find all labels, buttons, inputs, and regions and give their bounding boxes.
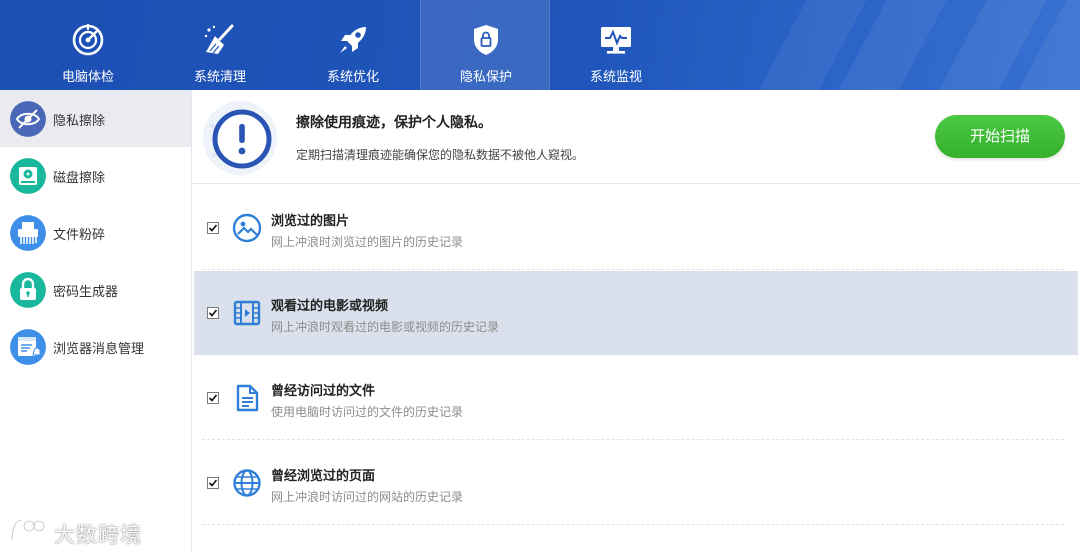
sidebar-item-file-shred[interactable]: 文件粉碎 [0, 204, 191, 261]
rocket-icon [340, 27, 366, 53]
item-title: 曾经浏览过的页面 [271, 469, 376, 484]
sidebar-item-browser-notifications[interactable]: 浏览器消息管理 [0, 318, 191, 375]
privacy-item-videos[interactable]: 观看过的电影或视频 网上冲浪时观看过的电影或视频的历史记录 [194, 271, 1078, 355]
exclamation-circle-icon [203, 101, 277, 175]
tab-privacy-protect[interactable]: 隐私保护 [420, 0, 550, 90]
document-icon [236, 384, 259, 412]
privacy-item-pages[interactable]: 曾经浏览过的页面 网上冲浪时访问过的网站的历史记录 [194, 441, 1078, 525]
monitor-pulse-icon [601, 27, 631, 54]
film-icon [233, 300, 261, 326]
browser-bell-icon [10, 329, 46, 365]
item-description: 网上冲浪时观看过的电影或视频的历史记录 [271, 320, 500, 334]
sidebar-item-password-generator[interactable]: 密码生成器 [0, 261, 191, 318]
sidebar-item-label: 浏览器消息管理 [53, 342, 145, 357]
watermark-text: 大数跨境 [54, 523, 142, 547]
watermark-logo-icon [10, 518, 46, 541]
radar-icon [72, 24, 104, 56]
tab-label: 系统监视 [589, 70, 642, 85]
start-scan-button[interactable]: 开始扫描 [935, 115, 1065, 158]
tab-label: 电脑体检 [61, 70, 114, 85]
sidebar-item-privacy-erase[interactable]: 隐私擦除 [0, 90, 191, 147]
disk-icon [10, 158, 46, 194]
sidebar-item-label: 隐私擦除 [53, 114, 106, 129]
checkbox-checked[interactable] [207, 392, 219, 404]
page-title: 擦除使用痕迹，保护个人隐私。 [296, 115, 492, 131]
checkbox-checked[interactable] [207, 222, 219, 234]
shredder-icon [10, 215, 46, 251]
item-title: 浏览过的图片 [271, 214, 350, 229]
image-icon [232, 213, 262, 243]
item-title: 观看过的电影或视频 [271, 299, 389, 314]
divider [202, 269, 1064, 270]
sidebar-item-label: 文件粉碎 [53, 228, 106, 243]
tab-system-clean[interactable]: 系统清理 [155, 0, 285, 90]
lock-icon [10, 272, 46, 308]
privacy-item-images[interactable]: 浏览过的图片 网上冲浪时浏览过的图片的历史记录 [194, 186, 1078, 270]
item-title: 曾经访问过的文件 [271, 384, 376, 399]
item-description: 网上冲浪时浏览过的图片的历史记录 [271, 235, 464, 249]
tab-system-optimize[interactable]: 系统优化 [288, 0, 418, 90]
tab-label: 系统优化 [326, 70, 379, 85]
tab-pc-checkup[interactable]: 电脑体检 [23, 0, 153, 90]
item-description: 网上冲浪时访问过的网站的历史记录 [271, 490, 464, 504]
item-description: 使用电脑时访问过的文件的历史记录 [271, 405, 464, 419]
watermark: 大数跨境 [8, 514, 141, 548]
divider [202, 439, 1064, 440]
eye-hidden-icon [10, 101, 46, 137]
top-nav-bar: 电脑体检 系统清理 系统优化 隐私保护 系统监视 [0, 0, 1080, 90]
checkbox-checked[interactable] [207, 307, 219, 319]
tab-system-monitor[interactable]: 系统监视 [551, 0, 681, 90]
globe-icon [233, 469, 261, 497]
broom-icon [204, 24, 234, 54]
sidebar-item-label: 密码生成器 [53, 285, 119, 300]
privacy-header: 擦除使用痕迹，保护个人隐私。 定期扫描清理痕迹能确保您的隐私数据不被他人窥视。 … [192, 90, 1080, 184]
sidebar: 隐私擦除 磁盘擦除 文件粉碎 密码生成器 浏览器消息管理 [0, 90, 192, 552]
privacy-item-files[interactable]: 曾经访问过的文件 使用电脑时访问过的文件的历史记录 [194, 356, 1078, 440]
tab-label: 隐私保护 [459, 70, 512, 85]
page-subtitle: 定期扫描清理痕迹能确保您的隐私数据不被他人窥视。 [296, 148, 585, 162]
sidebar-item-disk-erase[interactable]: 磁盘擦除 [0, 147, 191, 204]
tab-label: 系统清理 [193, 70, 246, 85]
sidebar-item-label: 磁盘擦除 [53, 171, 106, 186]
checkbox-checked[interactable] [207, 477, 219, 489]
shield-lock-icon [474, 25, 498, 55]
divider [202, 524, 1064, 525]
